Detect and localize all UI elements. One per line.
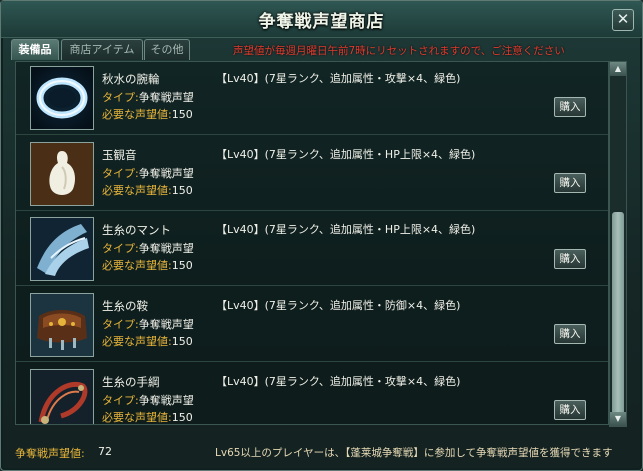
shop-window: 争奪戦声望商店 ✕ 装備品 商店アイテム その他 声望値が毎週月曜日午前7時にリ…	[0, 0, 643, 471]
scroll-thumb[interactable]	[612, 212, 624, 422]
item-cost: 必要な声望値:150	[102, 411, 193, 424]
buy-button[interactable]: 購入	[554, 324, 586, 344]
reputation-value: 72	[98, 445, 112, 458]
tab-others[interactable]: その他	[144, 39, 190, 60]
item-name: 生糸の鞍	[102, 299, 148, 313]
item-icon-frame[interactable]	[30, 293, 94, 357]
item-name: 玉観音	[102, 148, 137, 162]
footer-info: Lv65以上のプレイヤーは、【蓬莱城争奪戦】に参加して争奪戦声望値を獲得できます	[215, 447, 613, 459]
jade-guanyin-icon	[31, 143, 93, 205]
item-icon-frame[interactable]	[30, 66, 94, 130]
item-name: 秋水の腕輪	[102, 72, 160, 86]
list-item: 玉観音 タイプ:争奪戦声望 必要な声望値:150 【Lv40】(7星ランク、追加…	[16, 138, 608, 211]
window-title: 争奪戦声望商店	[258, 12, 385, 32]
buy-button[interactable]: 購入	[554, 173, 586, 193]
item-description: 【Lv40】(7星ランク、追加属性・HP上限×4、緑色)	[216, 223, 476, 236]
item-description: 【Lv40】(7星ランク、追加属性・防御×4、緑色)	[216, 299, 461, 312]
item-cost: 必要な声望値:150	[102, 259, 193, 272]
tab-shop-items[interactable]: 商店アイテム	[61, 39, 143, 60]
scroll-up-icon[interactable]: ▲	[610, 62, 626, 76]
item-description: 【Lv40】(7星ランク、追加属性・攻撃×4、緑色)	[216, 375, 461, 388]
item-name: 生糸のマント	[102, 223, 171, 237]
reputation-label: 争奪戦声望値:	[15, 447, 85, 460]
buy-button[interactable]: 購入	[554, 400, 586, 420]
cloak-icon	[31, 218, 93, 280]
title-bar[interactable]: 争奪戦声望商店 ✕	[1, 1, 642, 38]
item-name: 生糸の手綱	[102, 375, 160, 389]
item-description: 【Lv40】(7星ランク、追加属性・HP上限×4、緑色)	[216, 148, 476, 161]
scrollbar[interactable]: ▲ ▼	[609, 61, 627, 427]
item-type: タイプ:争奪戦声望	[102, 318, 194, 331]
item-cost: 必要な声望値:150	[102, 335, 193, 348]
reins-icon	[31, 370, 93, 424]
tab-equipment[interactable]: 装備品	[11, 39, 59, 60]
bracelet-icon	[31, 67, 93, 129]
list-item: 生糸の手綱 タイプ:争奪戦声望 必要な声望値:150 【Lv40】(7星ランク、…	[16, 365, 608, 424]
item-type: タイプ:争奪戦声望	[102, 167, 194, 180]
item-description: 【Lv40】(7星ランク、追加属性・攻撃×4、緑色)	[216, 72, 461, 85]
item-type: タイプ:争奪戦声望	[102, 394, 194, 407]
buy-button[interactable]: 購入	[554, 97, 586, 117]
list-item: 秋水の腕輪 タイプ:争奪戦声望 必要な声望値:150 【Lv40】(7星ランク、…	[16, 62, 608, 135]
list-item: 生糸の鞍 タイプ:争奪戦声望 必要な声望値:150 【Lv40】(7星ランク、追…	[16, 289, 608, 362]
close-icon[interactable]: ✕	[612, 9, 634, 31]
item-icon-frame[interactable]	[30, 217, 94, 281]
item-list: 秋水の腕輪 タイプ:争奪戦声望 必要な声望値:150 【Lv40】(7星ランク、…	[15, 61, 609, 425]
item-cost: 必要な声望値:150	[102, 108, 193, 121]
list-item: 生糸のマント タイプ:争奪戦声望 必要な声望値:150 【Lv40】(7星ランク…	[16, 213, 608, 286]
item-cost: 必要な声望値:150	[102, 184, 193, 197]
item-type: タイプ:争奪戦声望	[102, 242, 194, 255]
saddle-icon	[31, 294, 93, 356]
item-type: タイプ:争奪戦声望	[102, 91, 194, 104]
item-icon-frame[interactable]	[30, 369, 94, 424]
reset-notice: 声望値が毎週月曜日午前7時にリセットされますので、ご注意ください	[233, 45, 565, 57]
buy-button[interactable]: 購入	[554, 249, 586, 269]
item-icon-frame[interactable]	[30, 142, 94, 206]
scroll-down-icon[interactable]: ▼	[610, 412, 626, 426]
